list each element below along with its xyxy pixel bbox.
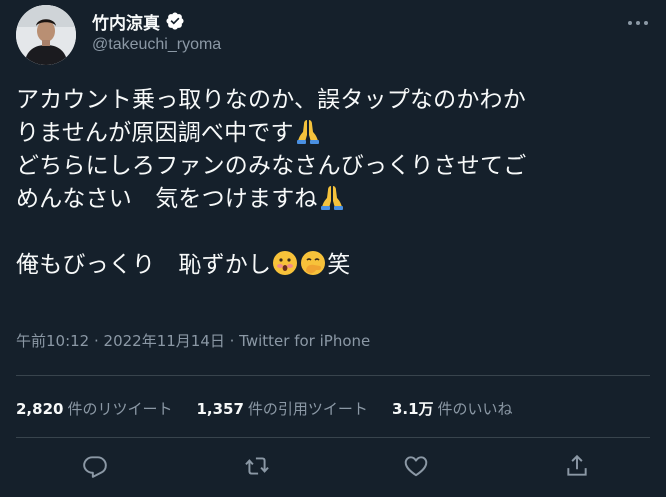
divider bbox=[16, 437, 650, 438]
astonished-face-emoji-icon bbox=[271, 249, 299, 277]
likes-count: 3.1万 bbox=[391, 400, 434, 418]
more-options-icon[interactable] bbox=[626, 13, 650, 33]
user-name-block: 竹内涼真 @takeuchi_ryoma bbox=[92, 9, 221, 54]
tweet-line-4: めんなさい 気をつけますね bbox=[16, 186, 318, 212]
quotes-stat[interactable]: 1,357 件の引用ツイート bbox=[196, 398, 367, 419]
quotes-count: 1,357 bbox=[196, 400, 244, 418]
tweet-line-2: りませんが原因調べ中です bbox=[16, 120, 294, 146]
tweet-card: 竹内涼真 @takeuchi_ryoma アカウント乗っ取りなのか、誤タップなの… bbox=[0, 0, 666, 497]
folded-hands-emoji-icon bbox=[294, 117, 322, 145]
retweet-icon[interactable] bbox=[244, 453, 270, 479]
heart-icon[interactable] bbox=[403, 453, 429, 479]
reply-icon[interactable] bbox=[82, 453, 108, 479]
share-icon[interactable] bbox=[564, 453, 590, 479]
tweet-timestamp[interactable]: 午前10:12 · 2022年11月14日 · Twitter for iPho… bbox=[16, 330, 370, 351]
user-handle[interactable]: @takeuchi_ryoma bbox=[92, 36, 221, 54]
tweet-stats: 2,820 件のリツイート 1,357 件の引用ツイート 3.1万 件のいいね bbox=[16, 398, 513, 419]
verified-badge-icon bbox=[165, 11, 185, 31]
tweet-text: アカウント乗っ取りなのか、誤タップなのかわか りませんが原因調べ中です どちらに… bbox=[16, 84, 646, 282]
tweet-line-5-tail: 笑 bbox=[327, 252, 351, 278]
divider bbox=[16, 375, 650, 376]
quotes-label: 件の引用ツイート bbox=[247, 400, 368, 418]
display-name[interactable]: 竹内涼真 bbox=[92, 9, 160, 34]
retweets-stat[interactable]: 2,820 件のリツイート bbox=[16, 398, 172, 419]
folded-hands-emoji-icon bbox=[318, 183, 346, 211]
tweet-line-5: 俺もびっくり 恥ずかし bbox=[16, 252, 272, 278]
tweet-line-3: どちらにしろファンのみなさんびっくりさせてご bbox=[16, 153, 527, 179]
retweets-label: 件のリツイート bbox=[67, 400, 173, 418]
tweet-actions bbox=[0, 453, 666, 487]
retweets-count: 2,820 bbox=[16, 400, 64, 418]
tweet-line-1: アカウント乗っ取りなのか、誤タップなのかわか bbox=[16, 87, 526, 113]
tweet-header: 竹内涼真 @takeuchi_ryoma bbox=[16, 5, 650, 67]
face-with-hand-over-mouth-emoji-icon bbox=[299, 249, 327, 277]
avatar[interactable] bbox=[16, 5, 76, 65]
likes-stat[interactable]: 3.1万 件のいいね bbox=[392, 398, 513, 419]
likes-label: 件のいいね bbox=[437, 400, 513, 418]
